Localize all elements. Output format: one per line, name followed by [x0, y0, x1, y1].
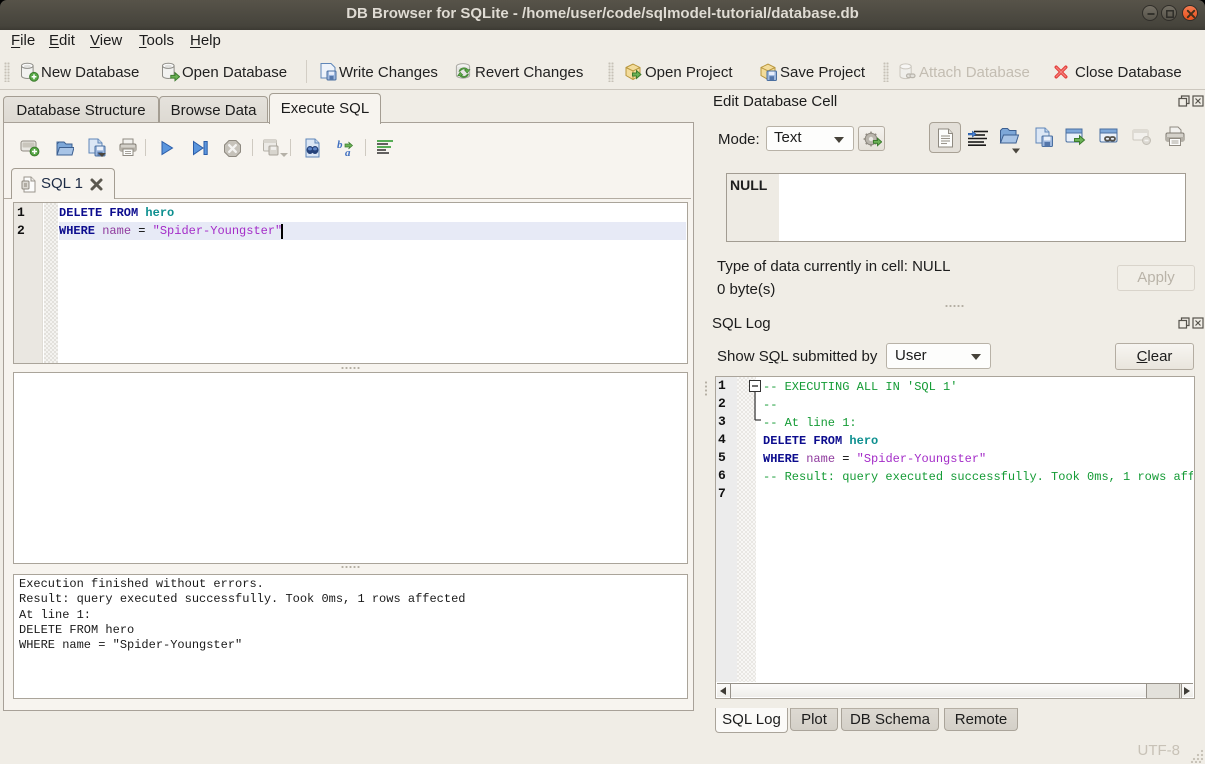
svg-text:b: b [337, 139, 343, 151]
svg-text:a: a [345, 147, 351, 158]
